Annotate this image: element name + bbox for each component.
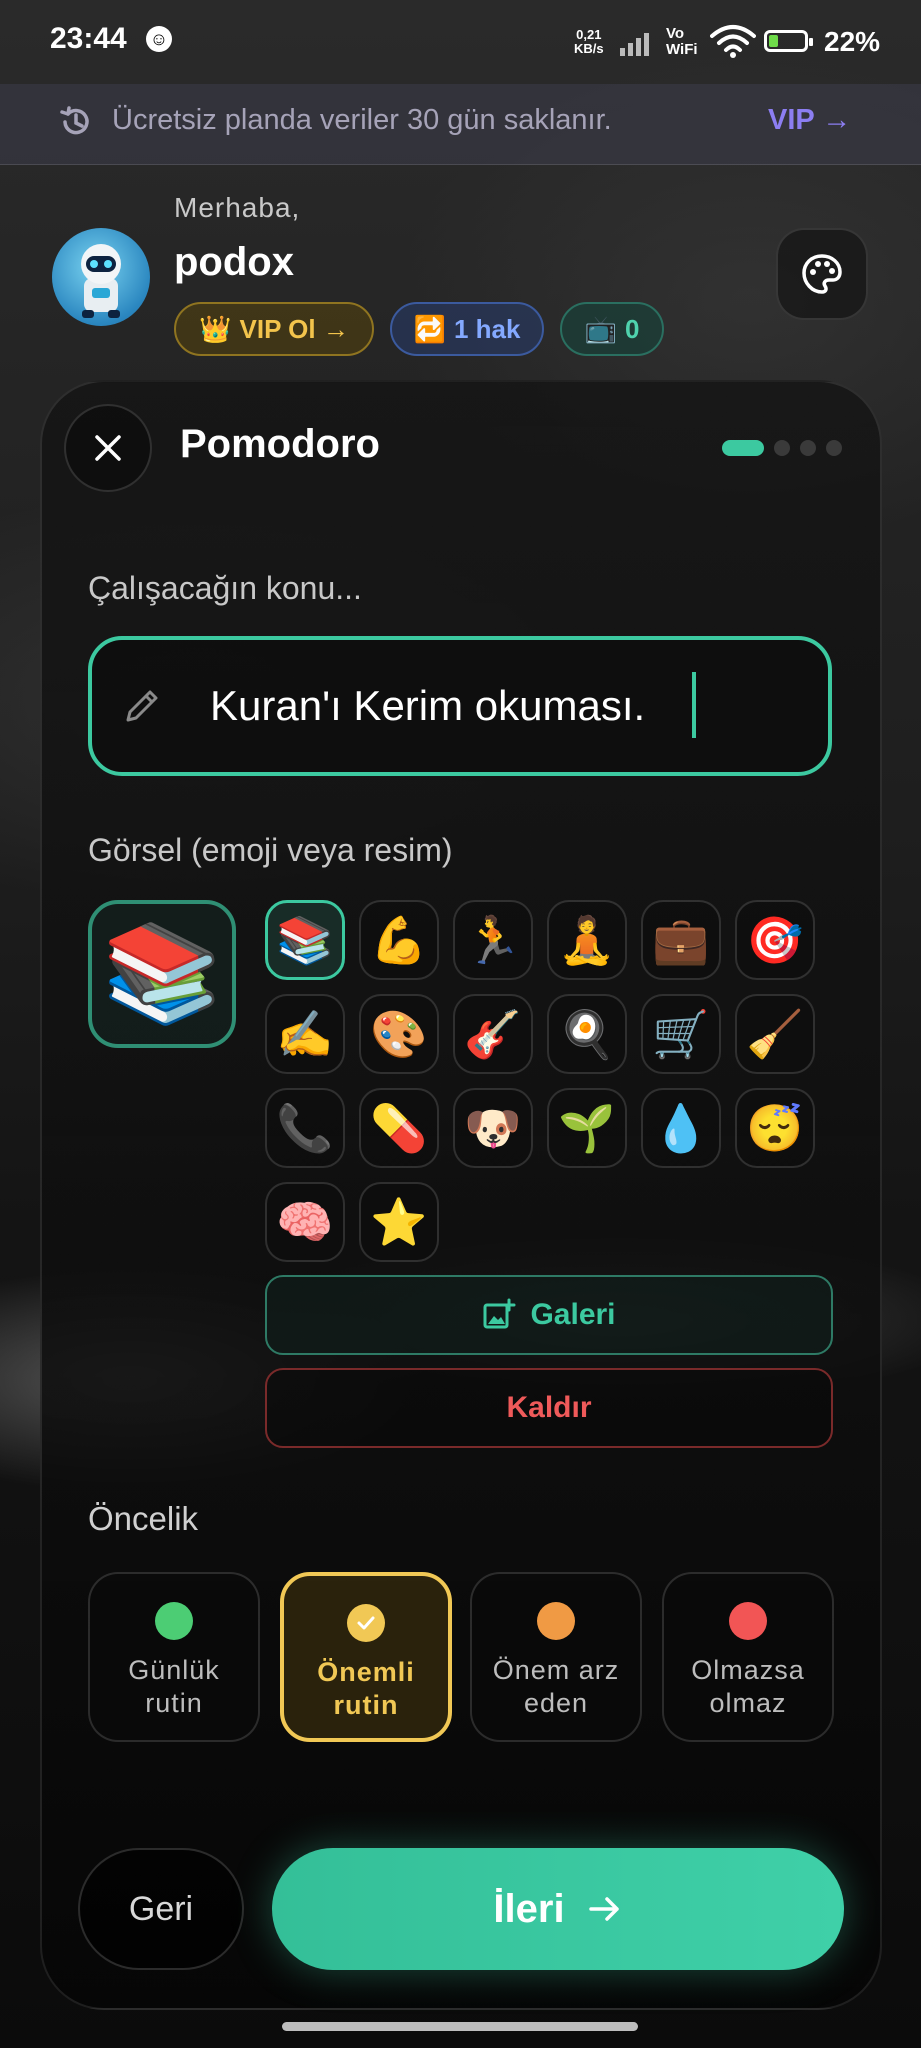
network-speed-value: 0,21 [576, 27, 602, 42]
check-icon [357, 1616, 375, 1630]
palette-emoji[interactable]: 🎨 [359, 994, 439, 1074]
pill-emoji[interactable]: 💊 [359, 1088, 439, 1168]
vowifi-bottom: WiFi [666, 41, 698, 58]
broom-emoji[interactable]: 🧹 [735, 994, 815, 1074]
repeat-icon: 🔁 [413, 313, 446, 344]
sleeping-emoji[interactable]: 😴 [735, 1088, 815, 1168]
plan-banner-text: Ücretsiz planda veriler 30 gün saklanır. [112, 104, 612, 136]
rights-label: 1 hak [453, 313, 521, 344]
priority-line1: Önem arz [492, 1655, 620, 1685]
muscle-emoji[interactable]: 💪 [359, 900, 439, 980]
pencil-icon [126, 690, 158, 722]
vip-upgrade-label: VIP Ol → [239, 313, 349, 344]
crown-icon: 👑 [199, 313, 232, 344]
tv-count: 0 [624, 313, 640, 344]
runner-emoji[interactable]: 🏃 [453, 900, 533, 980]
target-emoji[interactable]: 🎯 [735, 900, 815, 980]
cooking-emoji[interactable]: 🍳 [547, 994, 627, 1074]
network-speed: 0,21 KB/s [574, 28, 604, 56]
notification-face-icon: ☺ [146, 26, 172, 52]
avatar[interactable] [52, 228, 150, 326]
remove-button[interactable]: Kaldır [265, 1368, 833, 1448]
username: podox [174, 240, 294, 284]
star-emoji[interactable]: ⭐ [359, 1182, 439, 1262]
home-indicator[interactable] [282, 2022, 638, 2031]
theme-button[interactable] [776, 228, 868, 320]
priority-line1: Önemli [317, 1657, 415, 1687]
tv-badge[interactable]: 📺 0 [560, 302, 664, 356]
priority-dot-red [729, 1602, 767, 1640]
priority-dot-yellow [347, 1604, 385, 1642]
visual-label: Görsel (emoji veya resim) [88, 832, 453, 868]
writing-emoji[interactable]: ✍️ [265, 994, 345, 1074]
history-icon [60, 106, 89, 135]
droplet-emoji[interactable]: 💧 [641, 1088, 721, 1168]
priority-label-text: Önem arz eden [493, 1654, 620, 1720]
step-dot-2 [774, 440, 790, 456]
priority-dot-orange [537, 1602, 575, 1640]
status-time: 23:44 [50, 22, 127, 55]
dog-emoji[interactable]: 🐶 [453, 1088, 533, 1168]
priority-label-text: Olmazsa olmaz [691, 1654, 805, 1720]
next-label: İleri [493, 1886, 565, 1931]
priority-option-important[interactable]: Önemli rutin [280, 1572, 452, 1742]
priority-line2: eden [523, 1688, 589, 1718]
greeting: Merhaba, [174, 192, 301, 223]
priority-line2: rutin [333, 1690, 399, 1720]
battery-percent: 22% [824, 26, 881, 57]
add-photo-icon [483, 1298, 516, 1329]
tv-icon: 📺 [584, 313, 617, 344]
seedling-emoji[interactable]: 🌱 [547, 1088, 627, 1168]
network-speed-unit: KB/s [574, 41, 604, 56]
priority-label-text: Önemli rutin [317, 1656, 415, 1722]
guitar-emoji[interactable]: 🎸 [453, 994, 533, 1074]
priority-line1: Günlük [128, 1655, 220, 1685]
step-dot-4 [826, 440, 842, 456]
emoji-grid: 📚 💪 🏃 🧘 💼 🎯 ✍️ 🎨 🎸 🍳 🛒 🧹 📞 💊 🐶 🌱 💧 😴 🧠 ⭐ [265, 900, 825, 1262]
back-button[interactable]: Geri [78, 1848, 244, 1970]
rights-badge[interactable]: 🔁 1 hak [390, 302, 544, 356]
vip-link[interactable]: VIP → [768, 104, 851, 137]
step-dot-3 [800, 440, 816, 456]
priority-label-text: Günlük rutin [128, 1654, 220, 1720]
card-title: Pomodoro [180, 422, 380, 466]
gallery-label: Galeri [530, 1298, 616, 1331]
selected-visual-preview[interactable]: 📚 [88, 900, 236, 1048]
cart-emoji[interactable]: 🛒 [641, 994, 721, 1074]
books-emoji[interactable]: 📚 [265, 900, 345, 980]
step-indicator [722, 440, 842, 456]
wifi-icon [710, 25, 756, 58]
vowifi-top: Vo [666, 25, 685, 42]
brain-emoji[interactable]: 🧠 [265, 1182, 345, 1262]
step-dot-1 [722, 440, 764, 456]
meditation-emoji[interactable]: 🧘 [547, 900, 627, 980]
priority-line2: rutin [145, 1688, 203, 1718]
priority-option-essential[interactable]: Olmazsa olmaz [662, 1572, 834, 1742]
topic-input-value[interactable]: Kuran'ı Kerim okuması. [210, 682, 645, 730]
topic-label: Çalışacağın konu... [88, 570, 362, 606]
gallery-button[interactable]: Galeri [265, 1275, 833, 1355]
close-icon [95, 435, 121, 461]
phone-emoji[interactable]: 📞 [265, 1088, 345, 1168]
close-button[interactable] [64, 404, 152, 492]
vip-upgrade-button[interactable]: 👑 VIP Ol → [174, 302, 374, 356]
priority-label: Öncelik [88, 1500, 199, 1537]
palette-icon [802, 254, 842, 294]
battery-icon [764, 30, 813, 52]
priority-dot-green [155, 1602, 193, 1640]
briefcase-emoji[interactable]: 💼 [641, 900, 721, 980]
text-caret [692, 672, 696, 738]
cell-signal-icon [620, 28, 658, 56]
arrow-right-icon [588, 1897, 619, 1921]
priority-line1: Olmazsa [691, 1655, 805, 1685]
priority-option-significant[interactable]: Önem arz eden [470, 1572, 642, 1742]
robot-icon [81, 244, 121, 318]
priority-option-daily[interactable]: Günlük rutin [88, 1572, 260, 1742]
vowifi-indicator: Vo WiFi [666, 26, 698, 58]
next-button[interactable]: İleri [272, 1848, 844, 1970]
priority-line2: olmaz [709, 1688, 787, 1718]
